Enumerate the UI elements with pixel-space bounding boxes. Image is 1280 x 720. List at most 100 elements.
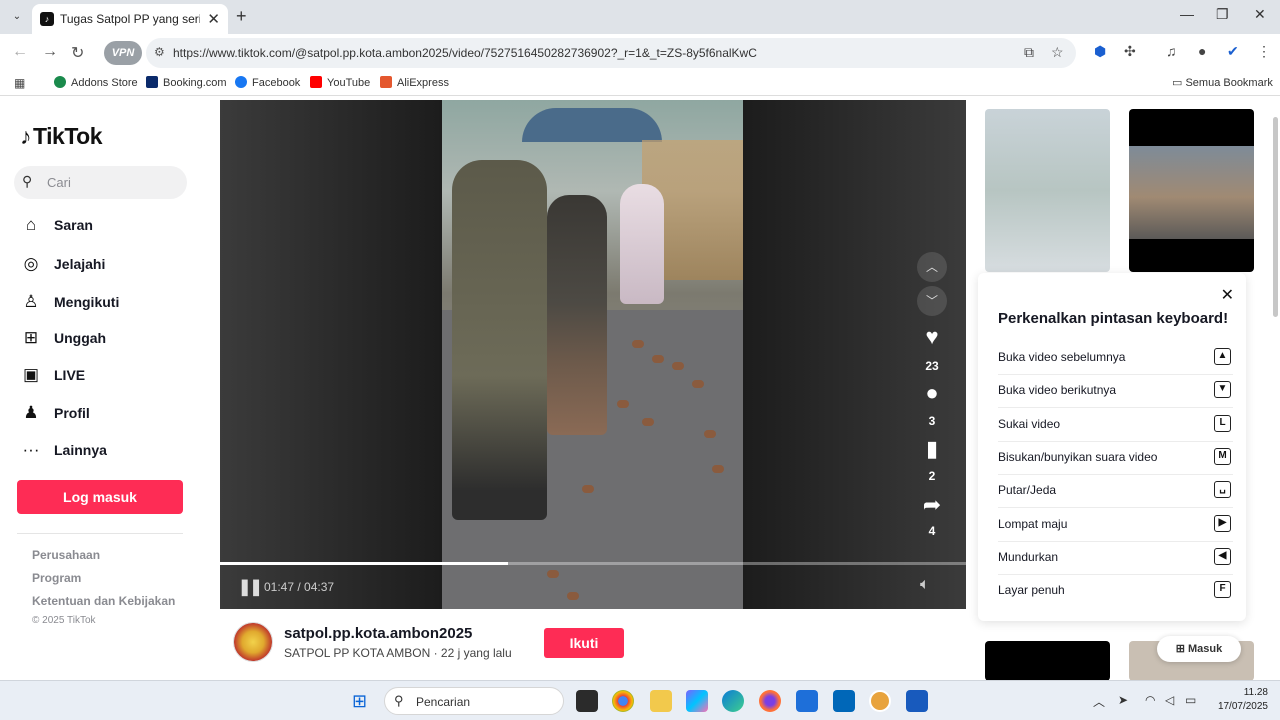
site-info-icon[interactable]: ⚙ [154,45,165,59]
bookmark-item[interactable]: Addons Store [54,76,138,89]
close-icon[interactable]: ✕ [1221,285,1234,305]
bookmark-item[interactable]: Facebook [235,76,300,89]
shield-extension-icon[interactable]: ⬢ [1094,43,1106,60]
search-input[interactable]: ⚲ Cari [14,166,187,199]
save-count: 2 [928,469,936,483]
media-control-icon[interactable]: ♫ [1166,43,1177,59]
comment-icon[interactable]: ● [917,380,947,406]
firefox-icon[interactable] [759,690,781,712]
forward-button[interactable]: → [42,43,58,61]
page-scrollbar[interactable] [1273,117,1278,317]
vpn-badge[interactable]: VPN [104,41,142,65]
edge-icon[interactable] [722,690,744,712]
word-icon[interactable] [906,690,928,712]
nav-item-unggah[interactable]: ⊞ Unggah [20,326,200,354]
wifi-icon[interactable]: ◠ [1145,693,1155,707]
taskbar-clock[interactable]: 11.28 17/07/2025 [1208,686,1268,714]
install-app-icon[interactable]: ⧉ [1024,44,1034,61]
video-player[interactable]: ︿ ﹀ ♥ 23 ● 3 ▮ 2 ➦ 4 ❚❚ 01:47 / 04:37 🔈︎ [220,100,966,609]
author-row: satpol.pp.kota.ambon2025 SATPOL PP KOTA … [220,609,966,680]
browser-app-icon[interactable] [869,690,891,712]
masuk-button[interactable]: ⊞ Masuk [1157,636,1241,662]
follow-button[interactable]: Ikuti [544,628,624,658]
key-up-icon: ▲ [1214,348,1231,365]
task-view-icon[interactable] [576,690,598,712]
login-button[interactable]: Log masuk [17,480,183,514]
reload-button[interactable]: ↻ [71,43,84,63]
battery-icon[interactable]: ▭ [1185,693,1196,707]
security-extension-icon[interactable]: ✔ [1227,43,1239,60]
windows-start-icon[interactable]: ⊞ [352,691,367,712]
nav-item-mengikuti[interactable]: ♙ Mengikuti [20,290,200,318]
chrome-icon[interactable] [612,690,634,712]
location-icon[interactable]: ➤ [1118,693,1128,707]
footer-link-perusahaan[interactable]: Perusahaan [32,548,100,562]
bookmark-item[interactable]: YouTube [310,76,370,89]
footer-link-program[interactable]: Program [32,571,81,585]
bookmark-star-icon[interactable]: ☆ [1051,44,1064,61]
copilot-icon[interactable] [686,690,708,712]
related-video-thumbnail[interactable] [985,641,1110,680]
minimize-button[interactable]: — [1180,6,1194,22]
browser-toolbar: ← → ↻ VPN ⚙ https://www.tiktok.com/@satp… [0,34,1280,72]
tiktok-page: ♪TikTok ⚲ Cari ⌂ Saran ◎ Jelajahi ♙ Mengiku… [0,97,1280,680]
key-space-icon: ␣ [1214,481,1231,498]
all-bookmarks[interactable]: ▭ Semua Bookmark [1172,76,1273,89]
pause-icon[interactable]: ❚❚ [238,577,263,597]
like-heart-icon[interactable]: ♥ [917,324,947,350]
tiktok-logo[interactable]: ♪TikTok [20,123,103,150]
bookmarks-bar: ▦ Addons Store Booking.com Facebook YouT… [0,72,1280,96]
video-progress-bar[interactable] [220,562,966,565]
back-button[interactable]: ← [12,43,28,61]
thumbnail-crowd-image [1129,146,1254,239]
close-window-button[interactable]: ✕ [1254,6,1266,23]
menu-icon[interactable]: ⋮ [1257,43,1271,60]
nav-item-jelajahi[interactable]: ◎ Jelajahi [20,252,200,280]
active-tab[interactable]: ♪ Tugas Satpol PP yang sering be ✕ [32,4,228,34]
clock-date: 17/07/2025 [1217,701,1268,712]
tab-search-button[interactable]: ⌄ [6,7,28,27]
url-text[interactable]: https://www.tiktok.com/@satpol.pp.kota.a… [173,46,757,60]
upload-icon: ⊞ [23,328,39,347]
search-placeholder: Cari [47,175,71,190]
author-avatar[interactable] [233,622,273,662]
profile-avatar-icon[interactable]: ● [1198,43,1206,59]
video-cassava [692,380,704,388]
bookmark-icon[interactable]: ▮ [917,436,947,462]
next-video-button[interactable]: ﹀ [917,286,947,316]
profile-icon: ♟ [23,403,39,422]
nav-item-live[interactable]: ▣ LIVE [20,363,200,391]
nav-item-lainnya[interactable]: ··· Lainnya [20,438,200,466]
whiteboard-icon[interactable] [796,690,818,712]
apps-grid-icon[interactable]: ▦ [14,76,25,90]
volume-icon[interactable]: 🔈︎ [920,576,930,594]
nav-item-saran[interactable]: ⌂ Saran [20,213,200,241]
search-icon: ⚲ [22,173,33,189]
key-f-icon: F [1214,581,1231,598]
related-video-thumbnail[interactable] [1129,109,1254,272]
share-count: 4 [928,524,936,538]
address-bar[interactable]: ⚙ https://www.tiktok.com/@satpol.pp.kota… [146,38,1076,68]
nav-item-profil[interactable]: ♟ Profil [20,401,200,429]
file-explorer-icon[interactable] [650,690,672,712]
following-icon: ♙ [23,292,39,311]
new-tab-button[interactable]: + [236,6,247,27]
footer-link-kebijakan[interactable]: Ketentuan dan Kebijakan [32,594,175,608]
volume-icon[interactable]: ◁ [1165,693,1174,707]
video-cassava [642,418,654,426]
video-frame[interactable] [442,100,743,609]
taskbar-search[interactable]: ⚲ Pencarian [384,687,564,715]
maximize-button[interactable]: ❐ [1216,6,1229,23]
related-video-thumbnail[interactable] [985,109,1110,272]
tray-chevron-icon[interactable]: ︿ [1093,693,1105,710]
share-icon[interactable]: ➦ [917,492,947,518]
store-icon[interactable] [833,690,855,712]
extensions-icon[interactable]: ✣ [1124,43,1136,60]
tab-close-icon[interactable]: ✕ [207,10,220,28]
bookmark-item[interactable]: Booking.com [146,76,227,89]
author-username[interactable]: satpol.pp.kota.ambon2025 [284,625,472,642]
bookmark-item[interactable]: AliExpress [380,76,449,89]
previous-video-button[interactable]: ︿ [917,252,947,282]
key-l-icon: L [1214,415,1231,432]
video-progress-fill [220,562,508,565]
